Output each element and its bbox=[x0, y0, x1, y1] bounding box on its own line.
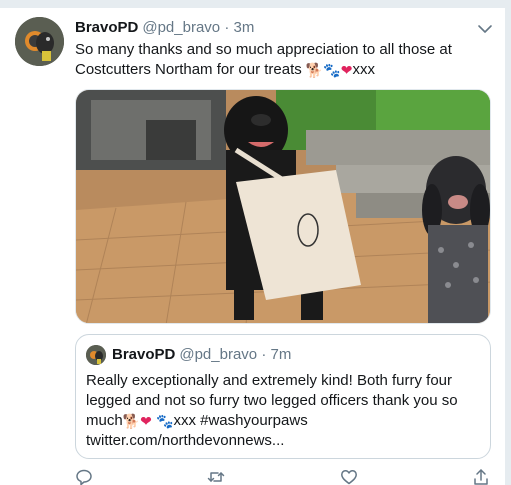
tweet[interactable]: BravoPD @pd_bravo · 3m So many thanks and… bbox=[0, 8, 505, 485]
like-icon[interactable] bbox=[340, 468, 360, 485]
quoted-avatar bbox=[86, 345, 106, 365]
tweet-header: BravoPD @pd_bravo · 3m bbox=[75, 18, 254, 38]
tweet-timestamp[interactable]: 3m bbox=[233, 19, 254, 36]
quoted-tweet-text: Really exceptionally and extremely kind!… bbox=[86, 371, 482, 451]
retweet-icon[interactable] bbox=[207, 468, 227, 485]
red-heart-emoji: ❤ bbox=[340, 62, 353, 78]
paw-prints-emoji: 🐾 bbox=[156, 413, 174, 429]
user-handle[interactable]: @pd_bravo bbox=[142, 19, 220, 36]
dog-emoji: 🐕 bbox=[305, 62, 324, 78]
quoted-link[interactable]: twitter.com/northdevonnews... bbox=[86, 432, 284, 449]
chevron-down-icon[interactable] bbox=[476, 20, 494, 38]
quoted-text-suffix: xxx #washyourpaws bbox=[173, 412, 308, 429]
dogs-photo-illustration bbox=[76, 90, 490, 323]
tweet-text-suffix: xxx bbox=[352, 61, 376, 78]
paw-prints-emoji: 🐾 bbox=[323, 62, 341, 78]
display-name[interactable]: BravoPD bbox=[75, 19, 138, 36]
top-border bbox=[0, 0, 511, 8]
share-icon[interactable] bbox=[472, 468, 492, 485]
separator-dot: · bbox=[224, 19, 230, 36]
quoted-tweet-header: BravoPD @pd_bravo · 7m bbox=[112, 345, 291, 365]
quoted-timestamp: 7m bbox=[270, 346, 292, 363]
reply-icon[interactable] bbox=[75, 468, 95, 485]
avatar[interactable] bbox=[15, 17, 64, 66]
quoted-user-handle: @pd_bravo bbox=[179, 346, 258, 363]
quoted-separator-dot: · bbox=[261, 346, 267, 363]
dog-emoji: 🐕 bbox=[122, 413, 141, 429]
tweet-actions bbox=[75, 468, 495, 485]
right-border bbox=[505, 0, 511, 485]
quoted-tweet[interactable]: BravoPD @pd_bravo · 7m Really exceptional… bbox=[75, 334, 491, 459]
tweet-text: So many thanks and so much appreciation … bbox=[75, 40, 490, 80]
red-heart-emoji: ❤ bbox=[140, 413, 152, 429]
tweet-photo[interactable] bbox=[75, 89, 491, 324]
tweet-text-body: So many thanks and so much appreciation … bbox=[75, 41, 452, 78]
quoted-display-name: BravoPD bbox=[112, 346, 176, 363]
